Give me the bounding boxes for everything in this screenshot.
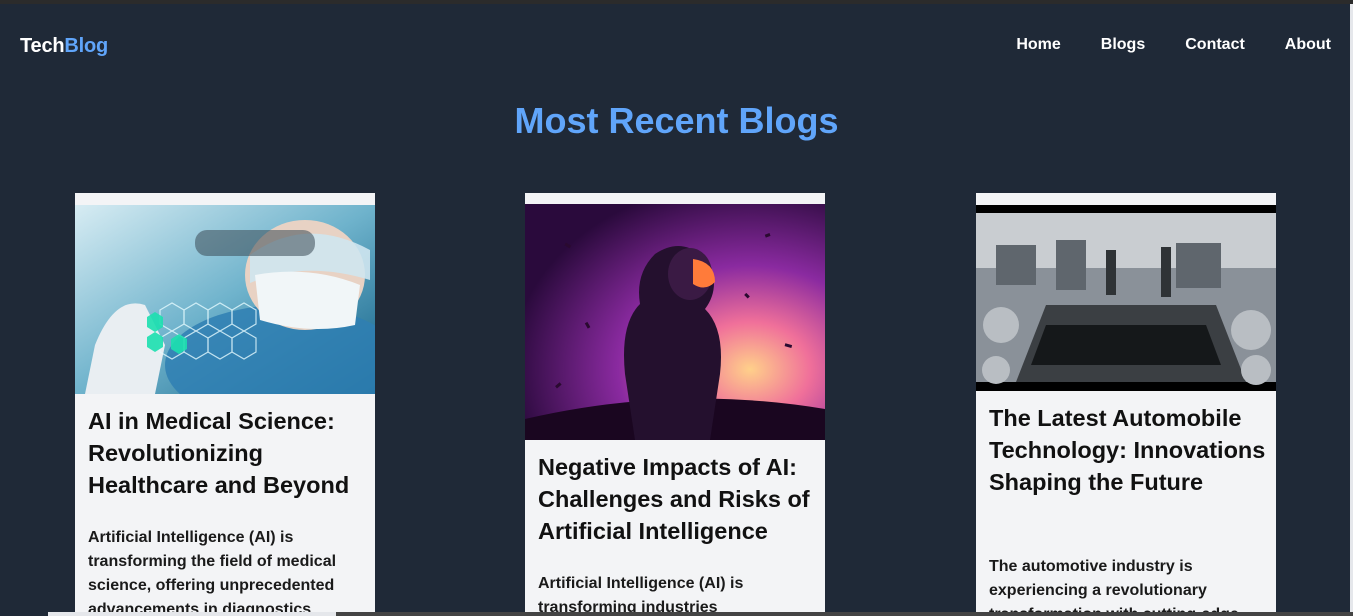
scrollbar-thumb[interactable] bbox=[48, 612, 336, 616]
blog-title-automobile[interactable]: The Latest Automobile Technology: Innova… bbox=[989, 402, 1269, 498]
blog-image-medical[interactable] bbox=[75, 205, 375, 394]
nav-contact-link[interactable]: Contact bbox=[1185, 36, 1245, 54]
blog-image-negative-ai[interactable] bbox=[525, 204, 825, 440]
blog-excerpt-medical: Artificial Intelligence (AI) is transfor… bbox=[88, 529, 337, 616]
factory-illustration bbox=[976, 205, 1276, 391]
blog-excerpt-negative-ai: Artificial Intelligence (AI) is transfor… bbox=[538, 575, 744, 616]
astronaut-illustration bbox=[525, 204, 825, 440]
blog-image-automobile[interactable] bbox=[976, 205, 1276, 391]
nav-blogs-link[interactable]: Blogs bbox=[1101, 36, 1145, 54]
medical-illustration bbox=[75, 205, 375, 394]
logo-text-blog: Blog bbox=[64, 35, 109, 57]
nav-about-link[interactable]: About bbox=[1285, 36, 1331, 54]
logo-text-tech: Tech bbox=[20, 35, 65, 57]
site-logo[interactable]: TechBlog bbox=[20, 35, 108, 58]
blog-title-negative-ai[interactable]: Negative Impacts of AI: Challenges and R… bbox=[538, 451, 818, 547]
nav-home-link[interactable]: Home bbox=[1016, 36, 1060, 54]
window-top-border bbox=[0, 0, 1353, 4]
horizontal-scrollbar[interactable] bbox=[48, 612, 1353, 616]
main-nav: Home Blogs Contact About bbox=[1016, 36, 1331, 54]
blog-excerpt-automobile: The automotive industry is experiencing … bbox=[989, 558, 1239, 616]
page-heading: Most Recent Blogs bbox=[514, 100, 839, 141]
blog-card-automobile[interactable]: The Latest Automobile Technology: Innova… bbox=[976, 193, 1276, 616]
blog-card-medical[interactable]: AI in Medical Science: Revolutionizing H… bbox=[75, 193, 375, 616]
blog-card-negative-ai[interactable]: Negative Impacts of AI: Challenges and R… bbox=[525, 193, 825, 616]
blog-title-medical[interactable]: AI in Medical Science: Revolutionizing H… bbox=[88, 405, 368, 501]
